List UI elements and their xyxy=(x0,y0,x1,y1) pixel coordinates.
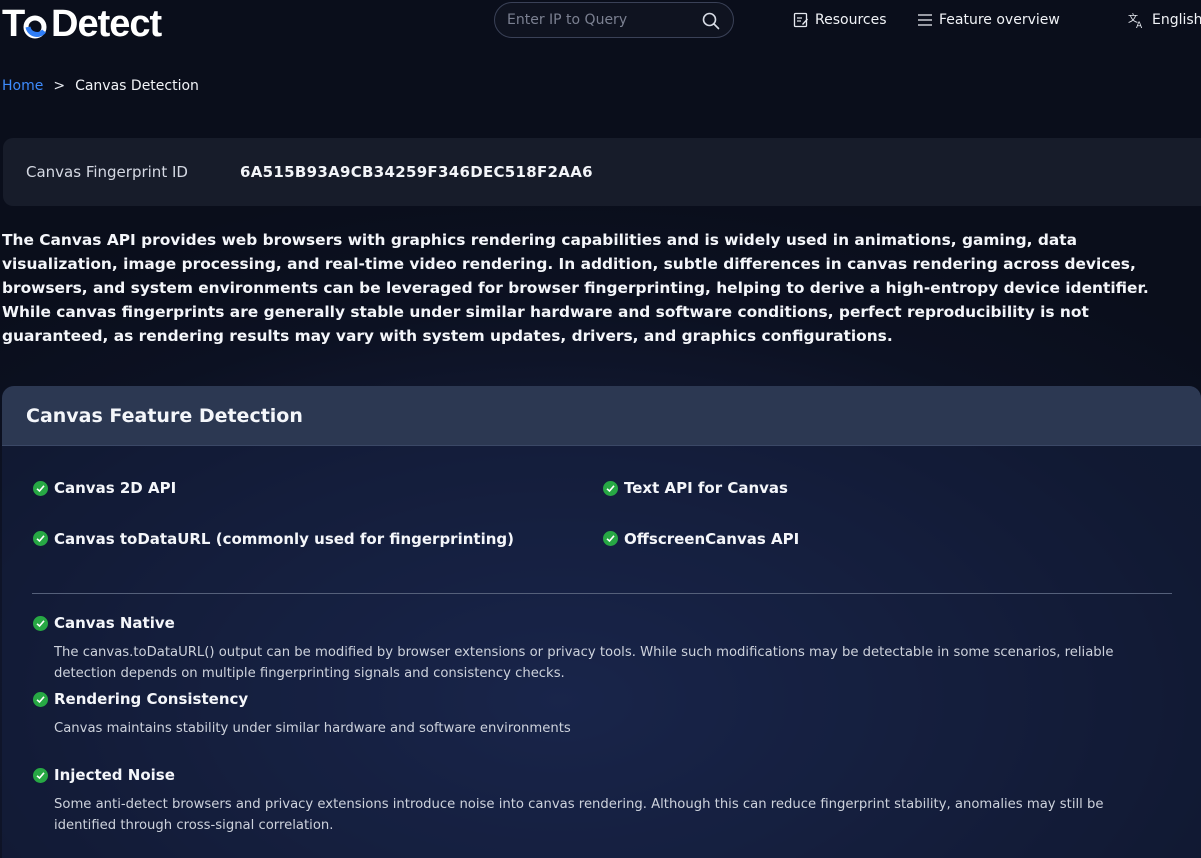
nav-feature-overview-label: Feature overview xyxy=(939,12,1060,28)
site-logo[interactable]: T Detect xyxy=(2,2,174,44)
fingerprint-label: Canvas Fingerprint ID xyxy=(26,163,188,181)
language-selector[interactable]: 文 A English xyxy=(1128,10,1201,30)
breadcrumb-separator: > xyxy=(53,78,66,94)
ip-search-box[interactable] xyxy=(494,2,734,38)
feature-offscreencanvas-api: OffscreenCanvas API xyxy=(624,530,800,548)
check-title-canvas-native: Canvas Native xyxy=(54,614,175,632)
svg-text:T: T xyxy=(2,3,25,43)
search-icon[interactable] xyxy=(701,11,721,31)
check-icon xyxy=(33,616,48,631)
check-icon xyxy=(603,531,618,546)
panel-title: Canvas Feature Detection xyxy=(26,404,303,427)
translate-icon: 文 A xyxy=(1128,12,1143,28)
ip-search-input[interactable] xyxy=(507,12,697,28)
check-icon xyxy=(33,531,48,546)
language-label: English xyxy=(1152,12,1201,28)
nav-resources[interactable]: Resources xyxy=(793,10,887,30)
edit-document-icon xyxy=(793,12,808,28)
check-icon xyxy=(33,692,48,707)
svg-text:Detect: Detect xyxy=(51,3,162,43)
check-icon xyxy=(603,481,618,496)
check-description-injected-noise: Some anti-detect browsers and privacy ex… xyxy=(54,797,1104,833)
check-icon xyxy=(33,481,48,496)
feature-canvas-todataurl: Canvas toDataURL (commonly used for fing… xyxy=(54,530,514,548)
panel-header: Canvas Feature Detection xyxy=(2,386,1201,446)
nav-feature-overview[interactable]: Feature overview xyxy=(917,10,1060,30)
fingerprint-card: Canvas Fingerprint ID 6A515B93A9CB34259F… xyxy=(3,138,1201,206)
svg-text:A: A xyxy=(1136,21,1143,28)
top-header: T Detect Resources Feature overview xyxy=(0,0,1201,44)
feature-text-api: Text API for Canvas xyxy=(624,479,788,497)
check-title-injected-noise: Injected Noise xyxy=(54,766,175,784)
check-title-rendering-consistency: Rendering Consistency xyxy=(54,690,249,708)
nav-resources-label: Resources xyxy=(815,12,887,28)
breadcrumb: Home > Canvas Detection xyxy=(2,76,199,96)
check-description-canvas-native: The canvas.toDataURL() output can be mod… xyxy=(54,645,1114,681)
fingerprint-value: 6A515B93A9CB34259F346DEC518F2AA6 xyxy=(240,163,593,181)
canvas-api-description: The Canvas API provides web browsers wit… xyxy=(2,231,1149,345)
check-description-rendering-consistency: Canvas maintains stability under similar… xyxy=(54,721,571,736)
canvas-feature-detection-panel: Canvas Feature Detection Canvas 2D API T… xyxy=(2,386,1201,858)
feature-canvas-2d-api: Canvas 2D API xyxy=(54,479,177,497)
breadcrumb-current: Canvas Detection xyxy=(75,78,199,94)
logo-mark: T Detect xyxy=(2,3,163,43)
breadcrumb-home-link[interactable]: Home xyxy=(2,78,43,94)
section-divider xyxy=(32,593,1172,594)
check-icon xyxy=(33,768,48,783)
menu-icon xyxy=(918,14,932,26)
